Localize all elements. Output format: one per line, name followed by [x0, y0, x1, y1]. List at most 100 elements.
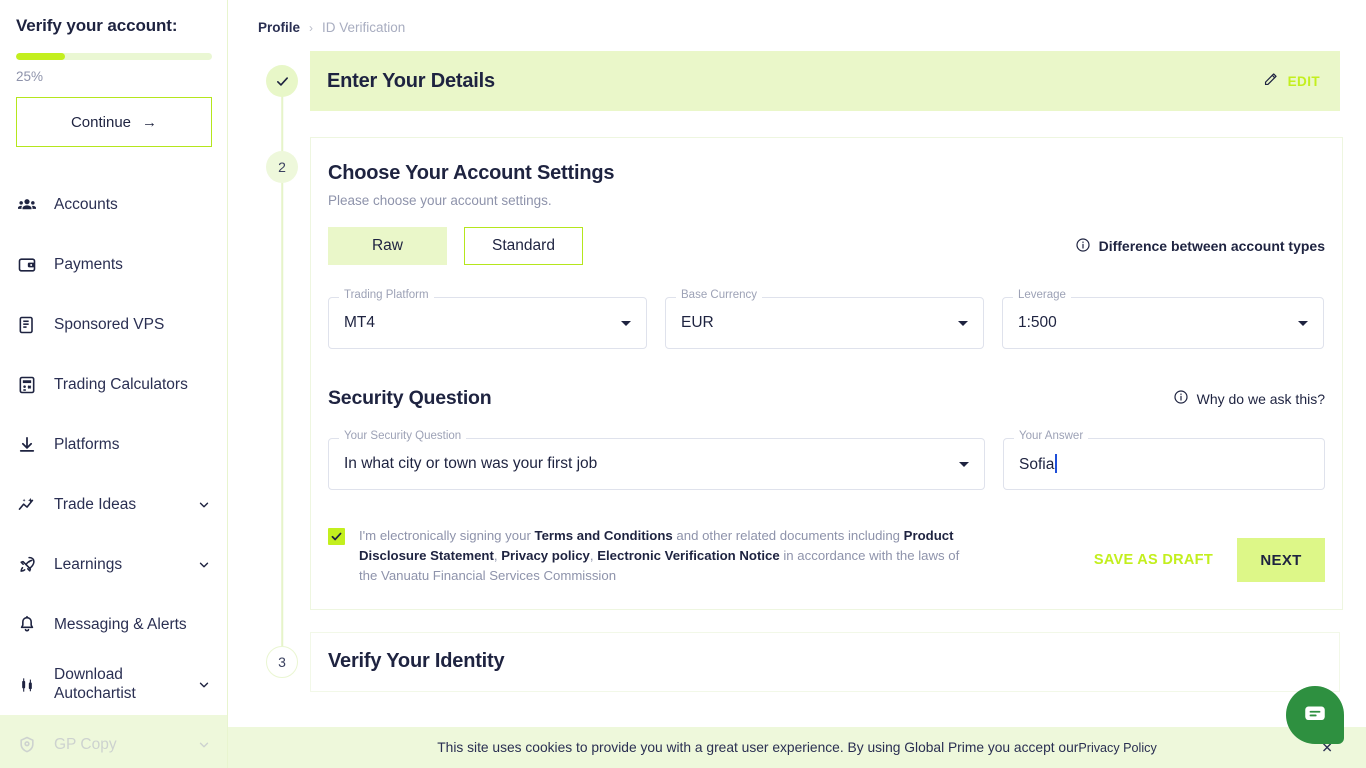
sidebar-item-learnings[interactable]: Learnings	[0, 535, 227, 595]
security-question-value: In what city or town was your first job	[344, 455, 598, 472]
step-marker-2: 2	[266, 151, 298, 183]
account-type-raw-button[interactable]: Raw	[328, 227, 447, 265]
next-button[interactable]: NEXT	[1237, 538, 1325, 582]
server-icon	[16, 314, 38, 336]
step-marker-1	[266, 65, 298, 97]
chevron-down-icon	[197, 558, 211, 572]
step-marker-3: 3	[266, 645, 298, 678]
sidebar-item-label: Trade Ideas	[54, 496, 137, 514]
sidebar-item-label: Download Autochartist	[54, 666, 136, 702]
why-link-label: Why do we ask this?	[1196, 390, 1325, 407]
terms-checkbox[interactable]	[328, 528, 345, 545]
account-type-row: Raw Standard Difference between account …	[328, 227, 1325, 265]
base-currency-select[interactable]: EUR	[665, 297, 984, 349]
edit-button[interactable]: EDIT	[1262, 71, 1320, 91]
terms-text: I'm electronically signing your Terms an…	[359, 528, 960, 584]
bell-icon	[16, 614, 38, 636]
difference-link-label: Difference between account types	[1098, 238, 1325, 254]
account-type-standard-button[interactable]: Standard	[464, 227, 583, 265]
security-answer-field: Your Answer Sofia	[1003, 430, 1325, 490]
trading-platform-select[interactable]: MT4	[328, 297, 647, 349]
trading-platform-label: Trading Platform	[339, 289, 434, 301]
sidebar-item-label: Messaging & Alerts	[54, 616, 187, 634]
privacy-policy-link[interactable]: Privacy Policy	[1078, 741, 1156, 755]
save-as-draft-button[interactable]: SAVE AS DRAFT	[1094, 552, 1237, 568]
security-question-select[interactable]: In what city or town was your first job	[328, 438, 985, 490]
chevron-down-icon	[621, 320, 631, 326]
sidebar-item-payments[interactable]: Payments	[0, 235, 227, 295]
cookie-banner: This site uses cookies to provide you wi…	[228, 727, 1366, 768]
step-choose-account-settings: 2 Choose Your Account Settings Please ch…	[254, 111, 1343, 610]
wallet-icon	[16, 254, 38, 276]
step-rail	[254, 51, 310, 111]
info-icon	[1075, 237, 1091, 256]
chevron-down-icon	[197, 678, 211, 692]
step-enter-your-details: Enter Your Details EDIT	[254, 51, 1340, 111]
verification-progress-bar	[16, 53, 212, 60]
chevron-down-icon	[197, 498, 211, 512]
sidebar-item-label: GP Copy	[54, 736, 117, 754]
breadcrumb-profile-link[interactable]: Profile	[258, 20, 300, 35]
security-answer-value: Sofia	[1019, 454, 1057, 474]
step-actions: SAVE AS DRAFT NEXT	[1094, 526, 1325, 582]
step-2-card: Choose Your Account Settings Please choo…	[310, 137, 1343, 610]
step-rail: 3	[254, 609, 310, 692]
security-answer-label: Your Answer	[1014, 430, 1089, 442]
security-question-header: Security Question Why do we ask this?	[328, 387, 1325, 410]
leverage-label: Leverage	[1013, 289, 1071, 301]
chevron-right-icon: ›	[309, 20, 314, 35]
rocket-icon	[16, 554, 38, 576]
security-question-title: Security Question	[328, 387, 492, 409]
sparkle-chart-icon	[16, 494, 38, 516]
account-fields-row: Trading Platform MT4 Base Currency EUR L…	[328, 289, 1325, 349]
sidebar-item-label: Payments	[54, 256, 123, 274]
security-answer-input[interactable]: Sofia	[1003, 438, 1325, 490]
arrow-right-icon: →	[142, 113, 158, 131]
main-content: Profile › ID Verification Enter Your Det…	[228, 0, 1366, 768]
calculator-icon	[16, 374, 38, 396]
verification-progress-fill	[16, 53, 65, 60]
verification-stepper: Enter Your Details EDIT 2 Choose Your Ac…	[228, 35, 1366, 692]
account-settings-panel: Choose Your Account Settings Please choo…	[310, 137, 1343, 610]
sidebar-item-gp-copy[interactable]: GP Copy	[0, 715, 227, 768]
sidebar-item-trading-calculators[interactable]: Trading Calculators	[0, 355, 227, 415]
step-verify-your-identity: 3 Verify Your Identity	[254, 609, 1340, 692]
section-subtitle: Please choose your account settings.	[328, 193, 552, 208]
leverage-value: 1:500	[1018, 314, 1057, 331]
verify-account-block: Verify your account: 25% Continue →	[0, 0, 227, 147]
continue-button[interactable]: Continue →	[16, 97, 212, 147]
sidebar-item-platforms[interactable]: Platforms	[0, 415, 227, 475]
sidebar-item-accounts[interactable]: Accounts	[0, 175, 227, 235]
verify-account-title: Verify your account:	[16, 16, 178, 35]
sidebar-item-trade-ideas[interactable]: Trade Ideas	[0, 475, 227, 535]
sidebar-item-label: Learnings	[54, 556, 123, 574]
security-question-fields-row: Your Security Question In what city or t…	[328, 430, 1325, 490]
breadcrumb: Profile › ID Verification	[228, 0, 1366, 35]
section-title: Verify Your Identity	[328, 650, 505, 673]
terms-row: I'm electronically signing your Terms an…	[328, 526, 1325, 587]
info-icon	[1173, 389, 1189, 408]
base-currency-field: Base Currency EUR	[665, 289, 984, 349]
why-do-we-ask-this-link[interactable]: Why do we ask this?	[1173, 389, 1325, 408]
step-1-header: Enter Your Details EDIT	[310, 51, 1340, 111]
step-connector-line	[281, 111, 283, 610]
sidebar-item-messaging-alerts[interactable]: Messaging & Alerts	[0, 595, 227, 655]
pencil-icon	[1262, 71, 1279, 91]
cookie-banner-text: This site uses cookies to provide you wi…	[437, 740, 1079, 755]
step-1-card: Enter Your Details EDIT	[310, 51, 1340, 111]
page-title: Enter Your Details	[327, 69, 495, 92]
sidebar: Verify your account: 25% Continue → Acco…	[0, 0, 228, 768]
sidebar-item-download-autochartist[interactable]: Download Autochartist	[0, 655, 227, 715]
sidebar-item-label: Platforms	[54, 436, 120, 454]
sidebar-nav: Accounts Payments Sponsored VPS Trading …	[0, 175, 227, 768]
step-3-header[interactable]: Verify Your Identity	[310, 631, 1340, 692]
leverage-select[interactable]: 1:500	[1002, 297, 1324, 349]
chevron-down-icon	[959, 461, 969, 467]
sidebar-item-sponsored-vps[interactable]: Sponsored VPS	[0, 295, 227, 355]
edit-button-label: EDIT	[1287, 73, 1320, 89]
chat-widget-button[interactable]	[1286, 686, 1344, 744]
chevron-down-icon	[1298, 320, 1308, 326]
difference-between-account-types-link[interactable]: Difference between account types	[1075, 237, 1325, 256]
verification-progress-label: 25%	[16, 69, 44, 84]
trading-platform-field: Trading Platform MT4	[328, 289, 647, 349]
